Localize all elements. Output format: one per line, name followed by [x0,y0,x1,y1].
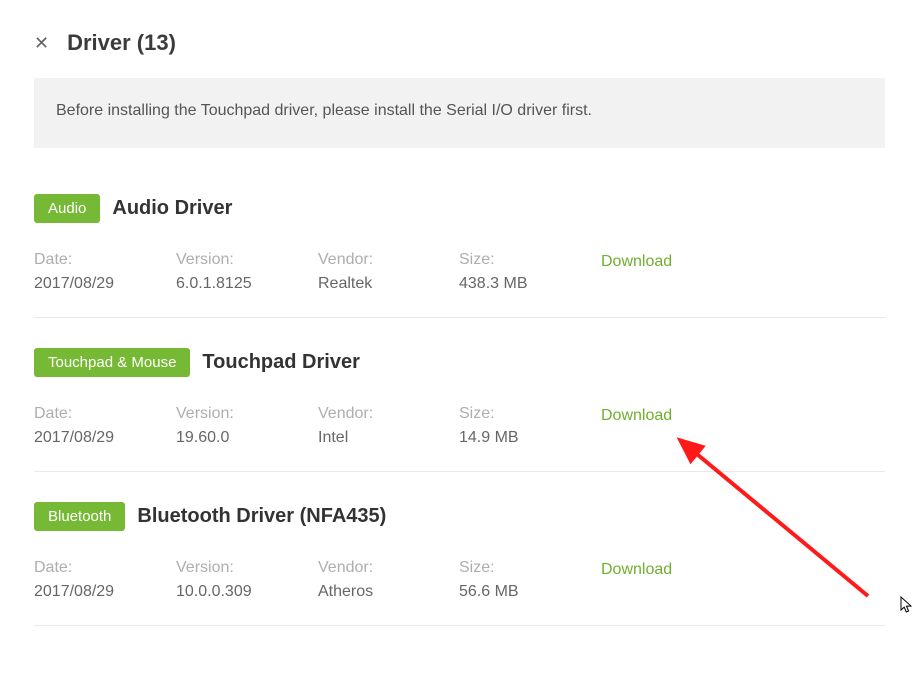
vendor-value: Atheros [318,583,459,601]
download-link[interactable]: Download [601,405,672,425]
size-value: 438.3 MB [459,275,601,293]
date-label: Date: [34,251,176,269]
vendor-value: Realtek [318,275,459,293]
version-label: Version: [176,405,318,423]
vendor-label: Vendor: [318,251,459,269]
driver-title: Audio Driver [112,197,232,220]
size-label: Size: [459,559,601,577]
notice-text: Before installing the Touchpad driver, p… [56,102,592,119]
version-label: Version: [176,251,318,269]
size-label: Size: [459,251,601,269]
download-link[interactable]: Download [601,251,672,271]
category-badge: Audio [34,194,100,223]
version-label: Version: [176,559,318,577]
section-title: Driver (13) [67,30,176,56]
driver-title: Bluetooth Driver (NFA435) [137,505,386,528]
driver-title: Touchpad Driver [202,351,359,374]
vendor-label: Vendor: [318,559,459,577]
date-value: 2017/08/29 [34,583,176,601]
driver-item: Touchpad & Mouse Touchpad Driver Date: 2… [34,348,885,472]
category-badge: Touchpad & Mouse [34,348,190,377]
size-label: Size: [459,405,601,423]
vendor-value: Intel [318,429,459,447]
notice-banner: Before installing the Touchpad driver, p… [34,78,885,148]
version-value: 10.0.0.309 [176,583,318,601]
driver-item: Bluetooth Bluetooth Driver (NFA435) Date… [34,502,885,626]
date-label: Date: [34,405,176,423]
size-value: 14.9 MB [459,429,601,447]
date-value: 2017/08/29 [34,429,176,447]
date-label: Date: [34,559,176,577]
size-value: 56.6 MB [459,583,601,601]
version-value: 6.0.1.8125 [176,275,318,293]
download-link[interactable]: Download [601,559,672,579]
close-icon[interactable]: ✕ [34,34,49,52]
driver-item: Audio Audio Driver Date: 2017/08/29 Vers… [34,194,885,318]
category-badge: Bluetooth [34,502,125,531]
section-header: ✕ Driver (13) [34,30,885,56]
version-value: 19.60.0 [176,429,318,447]
vendor-label: Vendor: [318,405,459,423]
date-value: 2017/08/29 [34,275,176,293]
